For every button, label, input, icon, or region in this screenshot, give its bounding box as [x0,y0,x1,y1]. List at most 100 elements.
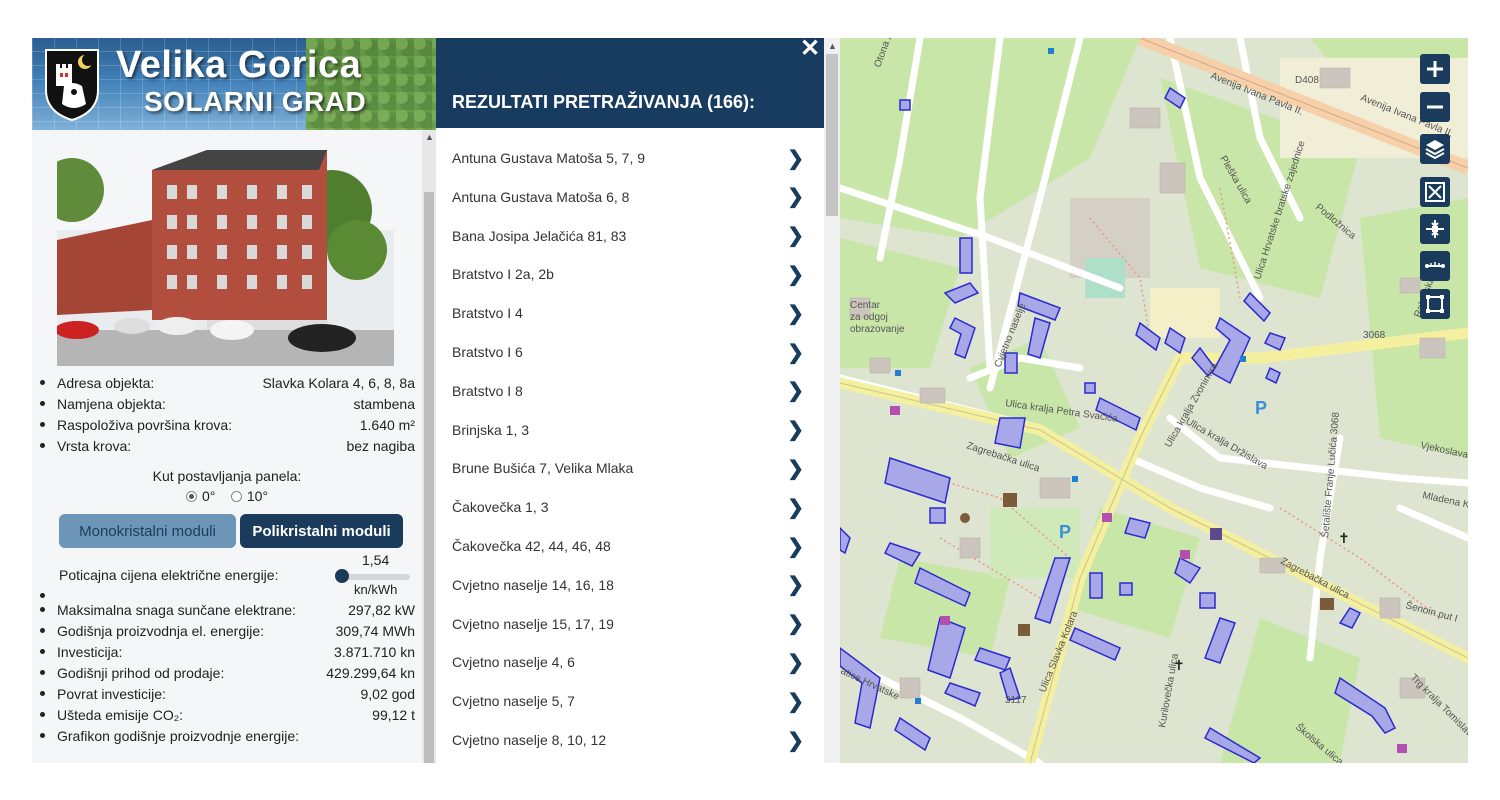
result-item[interactable]: Brune Bušića 7, Velika Mlaka ❯ [452,449,812,487]
chevron-right-icon[interactable]: ❯ [787,728,804,753]
result-item-label: Cvjetno naselje 4, 6 [452,654,575,671]
chevron-right-icon[interactable]: ❯ [787,456,804,481]
shop-icon [940,616,950,625]
map-view[interactable]: Avenija Ivana Pavla II. Avenija Ivana Pa… [840,38,1468,763]
chevron-right-icon[interactable]: ❯ [787,611,804,636]
measure-distance-button[interactable] [1420,251,1450,281]
chevron-right-icon[interactable]: ❯ [787,340,804,365]
map-label-za-odgoj: za odgoj [850,312,888,323]
chevron-right-icon[interactable]: ❯ [787,184,804,209]
result-item[interactable]: Bratstvo I 4 ❯ [452,294,812,332]
empty-bullet [40,593,45,598]
chevron-right-icon[interactable]: ❯ [787,301,804,326]
results-scrollbar[interactable]: ▲ [824,38,840,763]
fullscreen-icon [1425,182,1445,202]
bus-stop-icon [1048,48,1054,54]
result-item-label: Čakovečka 42, 44, 46, 48 [452,538,611,554]
result-item-label: Brune Bušića 7, Velika Mlaka [452,460,634,477]
result-item[interactable]: Bratstvo I 2a, 2b ❯ [452,255,812,293]
result-item[interactable]: Bratstvo I 6 ❯ [452,333,812,371]
close-results-button[interactable]: ✕ [799,36,821,62]
chevron-right-icon[interactable]: ❯ [787,689,804,714]
shop-icon [1180,550,1190,559]
chevron-right-icon[interactable]: ❯ [787,378,804,403]
feed-in-price-unit: kn/kWh [354,582,398,597]
office-icon [1018,624,1030,636]
slider-handle[interactable] [335,569,349,583]
fullscreen-button[interactable] [1420,177,1450,207]
metric-value: 297,82 kW [348,601,415,618]
metric-row: Grafikon godišnje proizvodnje energije: [40,725,415,746]
measure-area-button[interactable] [1420,289,1450,319]
result-item[interactable]: Antuna Gustava Matoša 6, 8 ❯ [452,178,812,216]
angle-option-10[interactable]: 10° [230,488,268,504]
map-canvas[interactable]: Avenija Ivana Pavla II. Avenija Ivana Pa… [840,38,1468,763]
result-item[interactable]: Cvjetno naselje 8, 10, 12 ❯ [452,721,812,759]
bus-stop-icon [1240,356,1246,362]
monocrystalline-button[interactable]: Monokristalni moduli [59,514,236,548]
zoom-extent-icon [1426,220,1444,238]
layers-icon [1425,140,1445,160]
result-item-label: Bratstvo I 8 [452,382,523,399]
result-item[interactable]: Bratstvo I 8 ❯ [452,372,812,410]
zoom-extent-button[interactable] [1420,214,1450,244]
chevron-right-icon[interactable]: ❯ [787,534,804,559]
layers-button[interactable] [1420,134,1450,164]
result-item[interactable]: Čakovečka 1, 3 ❯ [452,488,812,526]
scrollbar-thumb[interactable] [424,192,434,763]
monument-icon [960,513,970,523]
result-item-label: Cvjetno naselje 14, 16, 18 [452,576,614,593]
brand-title: Velika Gorica [116,44,362,86]
chevron-right-icon[interactable]: ❯ [787,223,804,248]
result-item[interactable]: Cvjetno naselje 15, 17, 19 ❯ [452,605,812,643]
polycrystalline-button[interactable]: Polikristalni moduli [240,514,403,548]
chevron-right-icon[interactable]: ❯ [787,495,804,520]
zoom-in-button[interactable] [1420,54,1450,84]
brand-banner: Velika Gorica SOLARNI GRAD [32,38,436,130]
metric-label: Maksimalna snaga sunčane elektrane: [57,601,296,618]
result-item-label: Antuna Gustava Matoša 6, 8 [452,188,630,205]
metric-row: Investicija: 3.871.710 kn [40,641,415,662]
result-item-label: Cvjetno naselje 15, 17, 19 [452,615,614,632]
details-scrollbar[interactable]: ▲ [422,130,436,763]
result-item[interactable]: Cvjetno naselje 4, 6 ❯ [452,643,812,681]
building-photo [57,130,394,366]
result-item[interactable]: Cvjetno naselje 5, 7 ❯ [452,682,812,720]
result-item[interactable]: Antuna Gustava Matoša 5, 7, 9 ❯ [452,139,812,177]
building-details-panel: Velika Gorica SOLARNI GRAD Adresa objekt… [32,38,436,763]
scroll-up-icon[interactable]: ▲ [828,41,837,51]
museum-icon [1320,598,1334,610]
app-window: Velika Gorica SOLARNI GRAD Adresa objekt… [32,36,1468,763]
chevron-right-icon[interactable]: ❯ [787,262,804,287]
scroll-up-icon[interactable]: ▲ [425,132,434,142]
result-item[interactable]: Bana Josipa Jelačića 81, 83 ❯ [452,217,812,255]
result-item-label: Cvjetno naselje 5, 7 [452,693,575,710]
theatre-icon [1210,528,1222,540]
metric-row: Povrat investicije: 9,02 god [40,683,415,704]
property-value: Slavka Kolara 4, 6, 8, 8a [262,374,415,391]
metric-value: 99,12 t [372,706,415,723]
chevron-right-icon[interactable]: ❯ [787,417,804,442]
search-results-panel: REZULTATI PRETRAŽIVANJA (166): Antuna Gu… [436,38,824,763]
result-item[interactable]: Cvjetno naselje 14, 16, 18 ❯ [452,566,812,604]
chevron-right-icon[interactable]: ❯ [787,572,804,597]
result-item[interactable]: Čakovečka 42, 44, 46, 48 ❯ [452,527,812,565]
brand-subtitle: SOLARNI GRAD [144,86,367,117]
feed-in-price-label: Poticajna cijena električne energije: [59,567,279,583]
chevron-right-icon[interactable]: ❯ [787,650,804,675]
church-icon: ✝ [1173,658,1185,674]
property-label: Raspoloživa površina krova: [57,416,233,433]
results-title: REZULTATI PRETRAŽIVANJA (166): [452,92,756,112]
property-value: stambena [353,395,415,412]
angle-option-0[interactable]: 0° [185,488,215,504]
scrollbar-thumb[interactable] [826,54,838,216]
property-row: Namjena objekta: stambena [40,393,415,414]
result-item-label: Bratstvo I 4 [452,305,523,322]
result-item[interactable]: Brinjska 1, 3 ❯ [452,411,812,449]
results-header: REZULTATI PRETRAŽIVANJA (166): [436,38,824,128]
metric-row: Godišnji prihod od prodaje: 429.299,64 k… [40,662,415,683]
zoom-out-button[interactable] [1420,92,1450,122]
radio-icon[interactable] [230,491,242,502]
chevron-right-icon[interactable]: ❯ [787,146,804,171]
radio-selected-icon[interactable] [185,491,197,502]
